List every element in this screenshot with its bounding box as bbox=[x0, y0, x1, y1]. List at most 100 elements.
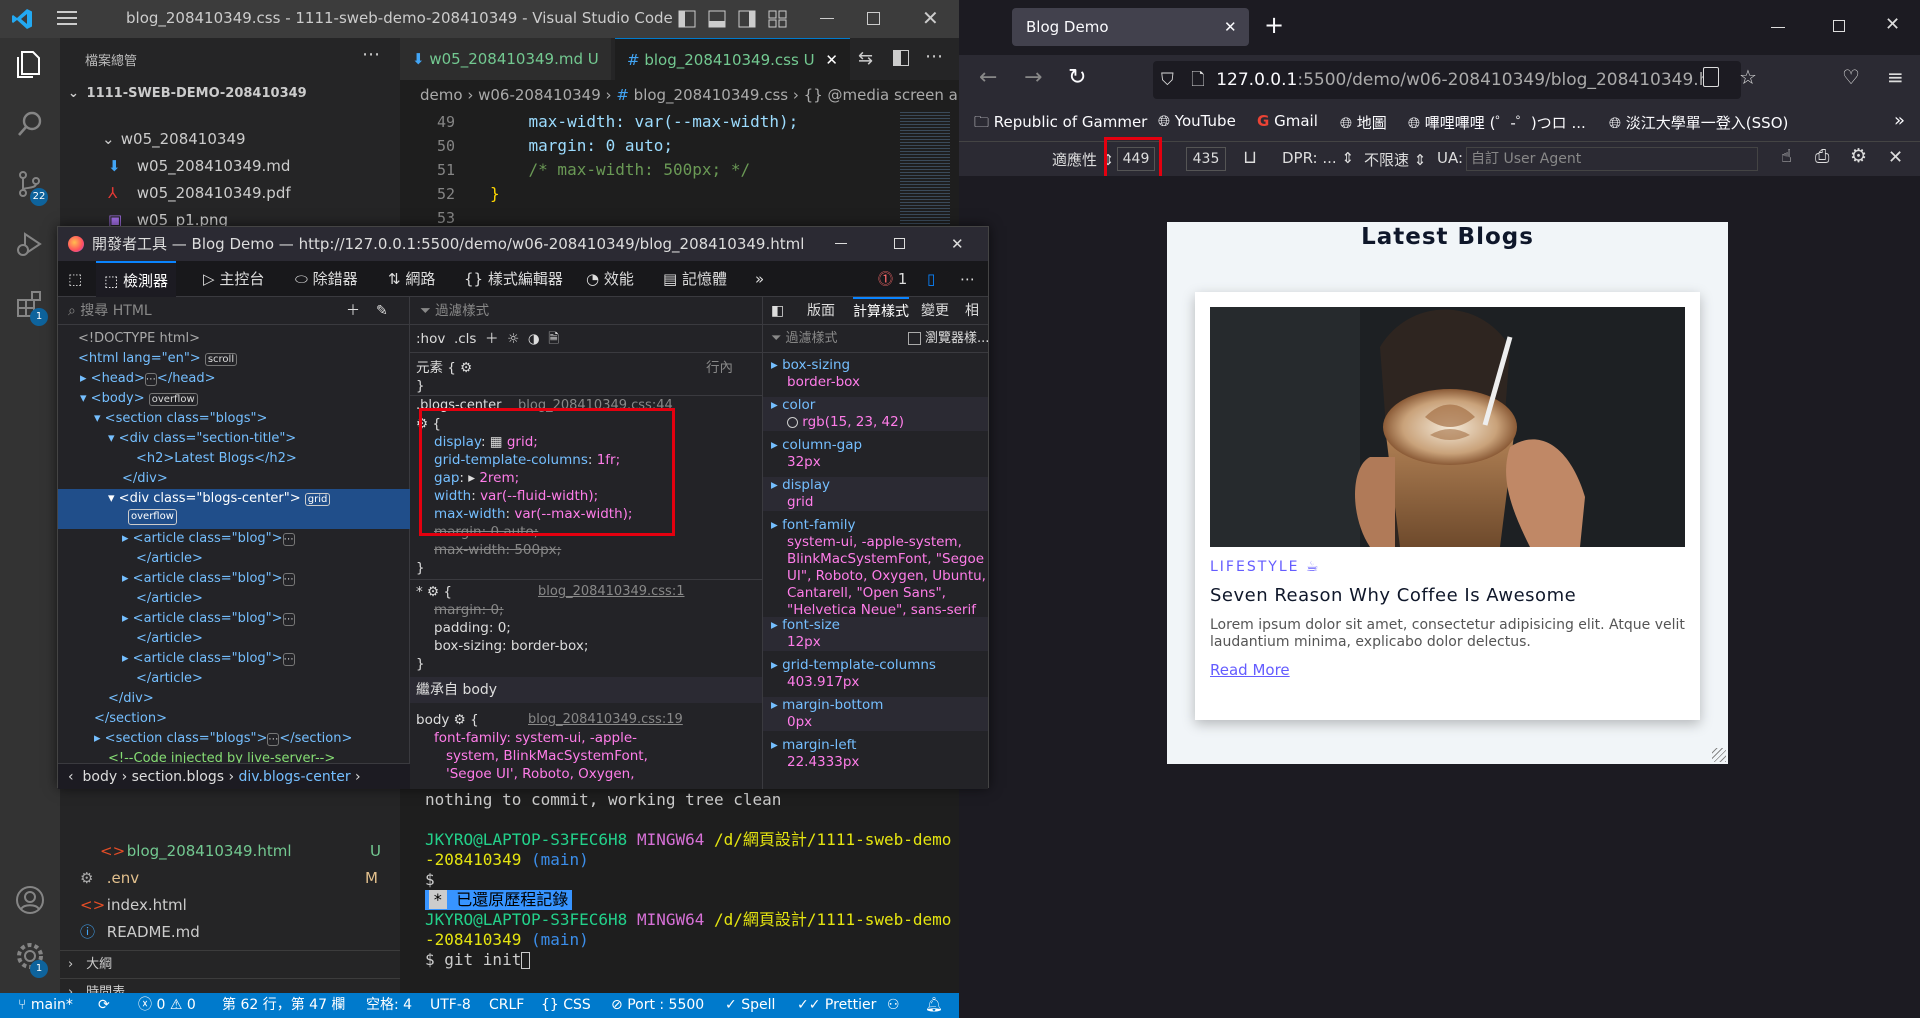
maximize-button[interactable] bbox=[894, 238, 905, 249]
more-actions-icon[interactable]: ⋯ bbox=[925, 46, 943, 67]
close-button[interactable]: ✕ bbox=[1885, 14, 1900, 35]
dark-theme-icon[interactable]: ◑ bbox=[528, 331, 540, 347]
html-node[interactable]: ▸ <section class="blogs">⋯</section> bbox=[58, 729, 410, 749]
error-indicator[interactable]: ⓵ 1 bbox=[878, 261, 907, 297]
scroll-badge[interactable]: scroll bbox=[204, 353, 238, 366]
url-bar[interactable]: ⛉ 🗋︎ 127.0.0.1:5500/demo/w06-208410349/b… bbox=[1153, 61, 1741, 99]
sync-icon[interactable]: ⟳ bbox=[98, 993, 110, 1018]
throttle-select[interactable]: 不限速 ⇕ bbox=[1364, 149, 1426, 170]
notifications-bell-icon[interactable]: 🔔︎ bbox=[925, 993, 943, 1018]
tab-debugger[interactable]: ⬭ 除錯器 bbox=[295, 261, 358, 297]
tab-more[interactable]: 相 bbox=[965, 297, 979, 325]
html-node-selected[interactable]: ▾ <div class="blogs-center"> grid overfl… bbox=[58, 489, 410, 529]
project-root[interactable]: ⌄ 1111-SWEB-DEMO-208410349 bbox=[60, 80, 400, 107]
tab-inspector[interactable]: ⬚ 檢測器 bbox=[96, 261, 176, 297]
outline-panel[interactable]: › 大綱 bbox=[60, 950, 400, 977]
maximize-button[interactable] bbox=[1833, 20, 1845, 32]
bookmark-item[interactable]: 🌐︎ 淡江大學單一登入(SSO) bbox=[1609, 112, 1788, 133]
crumb-item[interactable]: body bbox=[83, 769, 118, 785]
html-node[interactable]: </article> bbox=[58, 589, 410, 609]
encoding[interactable]: UTF-8 bbox=[430, 993, 471, 1018]
back-icon[interactable]: ← bbox=[979, 65, 997, 90]
terminal[interactable]: nothing to commit, working tree clean JK… bbox=[400, 780, 959, 993]
minimize-button[interactable] bbox=[1771, 27, 1785, 28]
tree-item[interactable]: <> index.html bbox=[60, 892, 400, 919]
breadcrumb-item[interactable]: @media screen an bbox=[828, 86, 959, 104]
language-mode[interactable]: {} CSS bbox=[541, 993, 591, 1018]
computed-row[interactable]: ▸ margin-left 22.4333px bbox=[763, 737, 988, 771]
more-actions-icon[interactable]: ⋯ bbox=[960, 261, 975, 297]
layout-icons[interactable] bbox=[678, 10, 798, 28]
minimize-button[interactable] bbox=[820, 18, 834, 19]
eyedropper-icon[interactable]: ✎ bbox=[376, 297, 388, 325]
prettier[interactable]: ✓✓ Prettier bbox=[797, 993, 876, 1018]
overflow-chevron-icon[interactable]: » bbox=[1894, 110, 1905, 131]
new-tab-button[interactable]: + bbox=[1264, 11, 1284, 39]
breadcrumb-item[interactable]: demo bbox=[420, 86, 463, 104]
html-node[interactable]: ▸ <article class="blog">⋯ bbox=[58, 529, 410, 549]
breadcrumb-item[interactable]: w06-208410349 bbox=[478, 86, 601, 104]
html-node[interactable]: ▸ <article class="blog">⋯ bbox=[58, 649, 410, 669]
add-node-icon[interactable]: ＋ bbox=[346, 297, 360, 325]
body-rule[interactable]: body ⚙ { bbox=[416, 711, 479, 729]
cursor-position[interactable]: 第 62 行，第 47 欄 bbox=[222, 993, 345, 1018]
reload-icon[interactable]: ↻ bbox=[1068, 65, 1086, 90]
touch-icon[interactable]: ☝︎ bbox=[1781, 146, 1792, 167]
html-node[interactable]: </div> bbox=[58, 469, 410, 489]
run-debug-icon[interactable] bbox=[14, 228, 46, 260]
bookmark-star-icon[interactable]: ☆ bbox=[1739, 65, 1757, 89]
more-actions-icon[interactable]: ⋯ bbox=[362, 44, 380, 65]
minimap[interactable] bbox=[900, 110, 950, 230]
bookmark-item[interactable]: 🌐︎ 嗶哩嗶哩 (゜-゜)つロ ... bbox=[1408, 112, 1586, 133]
cls-toggle[interactable]: .cls bbox=[454, 331, 477, 347]
close-button[interactable]: ✕ bbox=[951, 227, 964, 261]
tree-folder[interactable]: ⌄ w05_208410349 bbox=[60, 126, 400, 153]
add-rule-icon[interactable]: ＋ bbox=[485, 331, 499, 347]
grid-badge[interactable]: grid bbox=[304, 493, 331, 506]
rule-source[interactable]: blog_208410349.css:19 bbox=[528, 711, 683, 729]
code-editor[interactable]: 49 max-width: var(--max-width); 50 margi… bbox=[400, 110, 959, 230]
crumb-item[interactable]: section.blogs bbox=[132, 769, 224, 785]
menu-icon[interactable] bbox=[57, 10, 77, 26]
css-declaration[interactable]: 'Segoe UI', Roboto, Oxygen, bbox=[446, 765, 635, 783]
indentation[interactable]: 空格: 4 bbox=[366, 993, 412, 1018]
rule-source[interactable]: blog_208410349.css:1 bbox=[538, 583, 685, 601]
height-input[interactable]: 435 bbox=[1186, 147, 1226, 171]
minimize-button[interactable] bbox=[835, 243, 847, 244]
html-node[interactable]: <html lang="en"> scroll bbox=[58, 349, 410, 369]
css-declaration[interactable]: box-sizing: border-box; bbox=[434, 637, 588, 655]
responsive-mode-icon[interactable]: ▯ bbox=[927, 261, 935, 297]
tab-network[interactable]: ⇅ 網路 bbox=[388, 261, 435, 297]
tab-style-editor[interactable]: {} 樣式編輯器 bbox=[464, 261, 563, 297]
settings-gear-icon[interactable]: ⚙ bbox=[1850, 145, 1867, 167]
html-node[interactable]: <h2>Latest Blogs</h2> bbox=[58, 449, 410, 469]
dpr-select[interactable]: DPR: ... ⇕ bbox=[1282, 149, 1354, 167]
universal-rule[interactable]: * ⚙ { bbox=[416, 583, 452, 601]
rotate-icon[interactable]: ⊔ bbox=[1243, 147, 1257, 168]
html-search[interactable]: ⌕ 搜尋 HTML ＋ ✎ bbox=[58, 297, 410, 325]
read-more-link[interactable]: Read More bbox=[1210, 661, 1290, 679]
maximize-button[interactable] bbox=[867, 12, 880, 25]
problems-indicator[interactable]: ⓧ 0 ⚠ 0 bbox=[138, 993, 196, 1018]
account-icon[interactable] bbox=[14, 884, 46, 916]
bookmark-item[interactable]: 🌐︎ YouTube bbox=[1158, 112, 1236, 130]
html-node[interactable]: </div> bbox=[58, 689, 410, 709]
tree-item[interactable]: ⬇ w05_208410349.md bbox=[60, 153, 400, 180]
print-icon[interactable]: 🗎︎ bbox=[548, 331, 559, 347]
computed-row[interactable]: ▸ margin-bottom 0px bbox=[763, 697, 988, 731]
forward-icon[interactable]: → bbox=[1024, 65, 1042, 90]
computed-row[interactable]: ▸ color rgb(15, 23, 42) bbox=[763, 397, 988, 431]
computed-row[interactable]: ▸ display grid bbox=[763, 477, 988, 511]
computed-row[interactable]: ▸ font-family system-ui, -apple-system, B… bbox=[763, 517, 988, 619]
resize-handle[interactable] bbox=[1712, 748, 1726, 762]
hov-toggle[interactable]: :hov bbox=[416, 331, 445, 347]
pocket-icon[interactable]: ♡ bbox=[1842, 65, 1860, 89]
html-node[interactable]: ▾ <section class="blogs"> bbox=[58, 409, 410, 429]
html-node[interactable]: </article> bbox=[58, 549, 410, 569]
tab-console[interactable]: ▷ 主控台 bbox=[203, 261, 264, 297]
html-node[interactable]: ▸ <article class="blog">⋯ bbox=[58, 609, 410, 629]
bookmark-item[interactable]: 🗀︎ Republic of Gammer bbox=[974, 112, 1147, 137]
toggle-pane-icon[interactable]: ◧ bbox=[771, 297, 784, 325]
branch-indicator[interactable]: ⑂ main* bbox=[18, 993, 73, 1018]
tab-md[interactable]: ⬇ w05_208410349.md U bbox=[400, 38, 611, 80]
